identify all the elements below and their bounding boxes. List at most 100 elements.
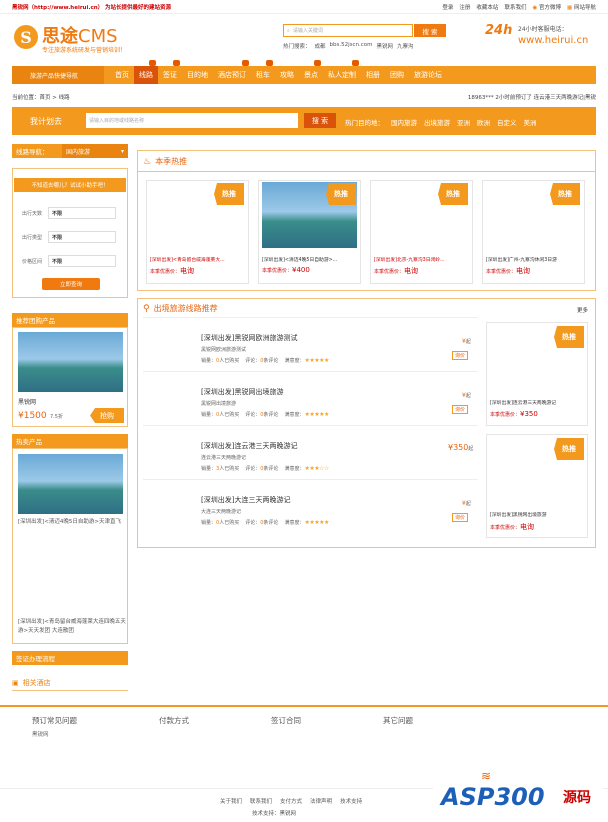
breadcrumb: 当前位置：首页 > 线路 xyxy=(12,95,70,101)
nav-destination[interactable]: 目的地 xyxy=(182,66,213,84)
recommend-name[interactable]: 黑锐网 xyxy=(18,397,36,406)
footer-col[interactable]: 签订合同 xyxy=(271,715,301,726)
route-subtitle: 大连三天两晚游记 xyxy=(201,509,242,515)
hot-word[interactable]: bbs.52jscn.com xyxy=(330,42,373,50)
card-title[interactable]: [深圳出发]黑锐网出境旅游 xyxy=(490,511,586,518)
visa-process-title[interactable]: 签证办理流程 xyxy=(12,651,128,665)
top-bar: 黑锐网（http://www.heirui.cn） 为站长提供最好的建站资源 登… xyxy=(0,0,608,14)
assistant-title: 不知道去哪儿？试试小助手吧！ xyxy=(14,178,126,192)
nav-custom[interactable]: 私人定制 xyxy=(323,60,361,84)
type-select[interactable]: 不限 xyxy=(48,231,117,243)
nav-hotel-label: 酒店预订 xyxy=(218,71,246,79)
sitemap-link[interactable]: ▦ 网站导航 xyxy=(567,3,596,11)
weibo-icon: ◉ xyxy=(532,5,538,11)
footer-link[interactable]: 联系我们 xyxy=(250,797,272,805)
hotsale-item[interactable]: [深圳出发]<清迈4晚5日自助游>天津直飞 xyxy=(18,518,126,527)
hot-dest-label: 热门目的地： xyxy=(345,119,384,127)
route-title[interactable]: [深圳出发]连云港三天两晚游记 xyxy=(201,441,297,451)
nav-home[interactable]: 首页 xyxy=(110,66,134,84)
hot-tag: 热推 xyxy=(326,183,356,205)
nav-forum[interactable]: 旅游论坛 xyxy=(409,66,447,84)
route-title[interactable]: [深圳出发]黑锐网欧洲旅游测试 xyxy=(201,333,297,343)
recommend-image[interactable] xyxy=(18,332,123,392)
hot-word[interactable]: 黑锐网 xyxy=(377,42,394,50)
weibo-link[interactable]: ◉ 官方微博 xyxy=(532,3,561,11)
inquiry-tag[interactable]: 询价 xyxy=(452,513,469,522)
watermark-logo: ASP300 源码 ≋ xyxy=(433,767,603,819)
search-placeholder: 请输入关键词 xyxy=(292,28,323,34)
card-title[interactable]: [深圳出发]<清迈4晚5日自助游>... xyxy=(262,256,358,263)
footer-link[interactable]: 法律声明 xyxy=(310,797,332,805)
route-title[interactable]: [深圳出发]黑锐网出境旅游 xyxy=(201,387,283,397)
search-button[interactable]: 搜 索 xyxy=(414,24,446,37)
card-title[interactable]: [深圳出发]北京-九寨沟3日闭岭... xyxy=(374,256,470,263)
route-subtitle: 连云港三天两晚游记 xyxy=(201,455,247,461)
more-link[interactable]: 更多 xyxy=(577,306,588,314)
hotline-label: 24小时客服电话： xyxy=(518,26,568,33)
dest-link[interactable]: 亚洲 xyxy=(457,117,470,127)
hot-word[interactable]: 九寨沟 xyxy=(397,42,414,50)
favorite-link[interactable]: 收藏本站 xyxy=(476,3,498,11)
destination-input[interactable]: 请输入目的地或线路名称 xyxy=(86,113,298,128)
season-hot-title: 本季热推 xyxy=(155,157,188,166)
flame-icon: ≋ xyxy=(481,769,492,783)
star-rating-icon: ★★★★★ xyxy=(304,357,329,364)
season-hot-header: ♨ 本季热推 xyxy=(143,156,187,167)
route-meta: 销量：0人已购买 评论：0条评论 满意度：★★★★★ xyxy=(201,519,329,526)
days-select[interactable]: 不限 xyxy=(48,207,117,219)
footer-col[interactable]: 预订常见问题 xyxy=(32,715,77,726)
price-value: ¥400 xyxy=(292,266,310,274)
footer-link[interactable]: 技术支持 xyxy=(340,797,362,805)
hotsale-image[interactable] xyxy=(18,454,123,514)
card-title[interactable]: [深圳出发]连云港三天两晚游记 xyxy=(490,399,586,406)
footer-col-sub[interactable]: 黑锐网 xyxy=(32,730,49,738)
card-price: 本季优惠价：电询 xyxy=(486,266,530,276)
footer-col[interactable]: 付款方式 xyxy=(159,715,189,726)
footer-links: 关于我们 联系我们 支付方式 法律声明 技术支持 xyxy=(220,797,362,805)
price-select[interactable]: 不限 xyxy=(48,255,117,267)
nav-line[interactable]: 线路 xyxy=(134,60,158,84)
query-button[interactable]: 立即查询 xyxy=(42,278,100,290)
inquiry-tag[interactable]: 询价 xyxy=(452,405,469,414)
register-link[interactable]: 注册 xyxy=(459,3,470,11)
line-nav-select[interactable]: 国内旅游 ▾ xyxy=(62,144,128,158)
nav-hotel[interactable]: 酒店预订 xyxy=(213,60,251,84)
hotsale-item[interactable]: [深圳出发]<青岛留台威海蓬莱大连四晚五天游>天天发团 大连散团 xyxy=(18,618,126,636)
sitemap-icon: ▦ xyxy=(567,5,573,11)
top-links: 登录 注册 收藏本站 联系我们 ◉ 官方微博 ▦ 网站导航 xyxy=(442,3,596,11)
hot-word[interactable]: 成都 xyxy=(315,42,326,50)
card-title[interactable]: [深圳出发]广州-九寨沟休闲3日游 xyxy=(486,256,582,263)
nav-group[interactable]: 团购 xyxy=(385,66,409,84)
nav-guide[interactable]: 攻略 xyxy=(275,66,299,84)
recommend-discount: 7.5折 xyxy=(50,414,63,420)
nav-visa[interactable]: 签证 xyxy=(158,60,182,84)
hot-badge-icon xyxy=(314,60,321,66)
nav-custom-label: 私人定制 xyxy=(328,71,356,79)
dest-link[interactable]: 自定义 xyxy=(497,117,517,127)
route-price: ¥350起 xyxy=(448,443,474,452)
card-title[interactable]: [深圳出发]<青岛留台威海蓬莱大... xyxy=(150,256,246,263)
hot-tag: 热推 xyxy=(214,183,244,205)
nav-album[interactable]: 相册 xyxy=(361,66,385,84)
footer-link[interactable]: 支付方式 xyxy=(280,797,302,805)
dest-link[interactable]: 欧洲 xyxy=(477,117,490,127)
login-link[interactable]: 登录 xyxy=(442,3,453,11)
dest-link[interactable]: 国内旅游 xyxy=(391,117,417,127)
footer-col[interactable]: 其它问题 xyxy=(383,715,413,726)
contact-link[interactable]: 联系我们 xyxy=(504,3,526,11)
buy-now-button[interactable]: 抢购 xyxy=(90,408,124,423)
inquiry-tag[interactable]: 询价 xyxy=(452,351,469,360)
plan-search-button[interactable]: 搜 索 xyxy=(304,113,336,128)
nav-car[interactable]: 租车 xyxy=(251,60,275,84)
route-title[interactable]: [深圳出发]大连三天两晚游记 xyxy=(201,495,290,505)
field-type: 出行类型 不限 xyxy=(22,231,117,243)
logo-icon[interactable]: S xyxy=(14,25,38,49)
nav-spot[interactable]: 景点 xyxy=(299,60,323,84)
route-rating: 满意度：★★★★★ xyxy=(284,357,329,364)
dest-link[interactable]: 美洲 xyxy=(524,117,537,127)
category-nav-button[interactable]: 旅游产品快捷导航 xyxy=(12,66,104,84)
search-input[interactable]: ⌕ 请输入关键词 xyxy=(283,24,413,37)
nav-car-label: 租车 xyxy=(256,71,270,79)
dest-link[interactable]: 出境旅游 xyxy=(424,117,450,127)
footer-link[interactable]: 关于我们 xyxy=(220,797,242,805)
